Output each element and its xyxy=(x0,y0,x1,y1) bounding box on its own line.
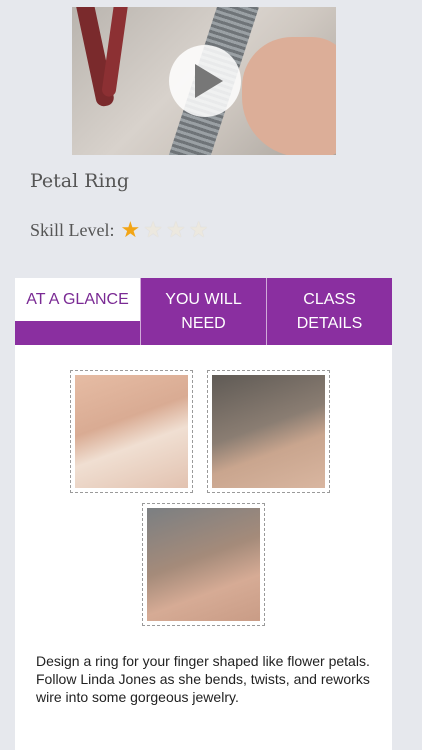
tab-at-a-glance[interactable]: AT A GLANCE xyxy=(15,278,140,321)
video-thumbnail[interactable] xyxy=(72,7,336,155)
pliers-image xyxy=(101,7,129,98)
class-info-panel: AT A GLANCE YOU WILL NEED CLASS DETAILS … xyxy=(15,278,392,750)
photo-bending-wire xyxy=(75,375,188,488)
class-description: Design a ring for your finger shaped lik… xyxy=(36,653,370,705)
star-icon-filled: ★ xyxy=(120,217,141,242)
tab-class-details-label: CLASS DETAILS xyxy=(296,290,363,332)
star-icon-empty: ★ xyxy=(143,217,163,242)
skill-level: Skill Level: ★ ★ ★ ★ xyxy=(30,219,211,241)
star-icon-empty: ★ xyxy=(188,217,209,242)
step-photo-3[interactable] xyxy=(142,503,265,626)
photo-hammering-wire xyxy=(212,375,325,488)
hand-image xyxy=(242,37,336,155)
tab-class-details[interactable]: CLASS DETAILS xyxy=(266,278,392,345)
play-icon xyxy=(195,64,223,98)
star-icon-empty: ★ xyxy=(165,217,186,242)
skill-level-label: Skill Level: xyxy=(30,219,115,240)
skill-rating-stars: ★ ★ ★ ★ xyxy=(121,219,212,241)
play-button[interactable] xyxy=(169,45,241,117)
class-title: Petal Ring xyxy=(30,170,130,192)
tab-you-will-need-label: YOU WILL NEED xyxy=(165,290,242,332)
tab-you-will-need[interactable]: YOU WILL NEED xyxy=(140,278,266,345)
photo-shaping-ring xyxy=(147,508,260,621)
step-photo-1[interactable] xyxy=(70,370,193,493)
step-photo-2[interactable] xyxy=(207,370,330,493)
tab-bar: AT A GLANCE YOU WILL NEED CLASS DETAILS xyxy=(15,278,392,345)
